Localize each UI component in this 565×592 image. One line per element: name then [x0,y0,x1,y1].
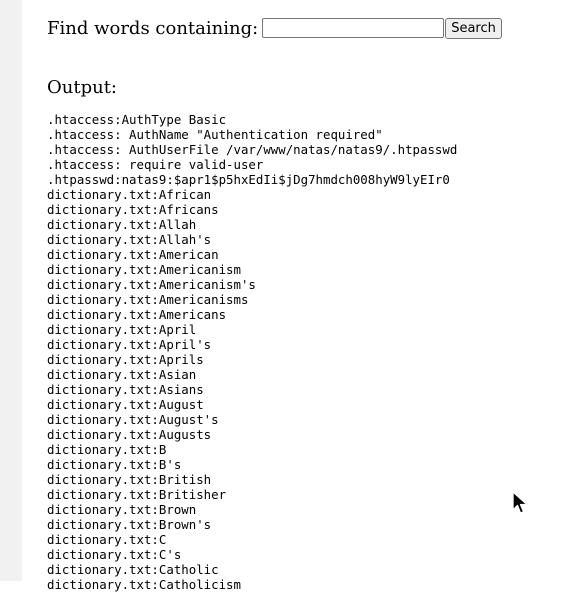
search-label: Find words containing: [47,17,259,39]
output-line: dictionary.txt:B's [47,457,182,472]
output-line: dictionary.txt:April [47,322,197,337]
output-line: dictionary.txt:Augusts [47,427,212,442]
search-button[interactable]: Search [445,17,502,39]
output-line: dictionary.txt:Asians [47,382,204,397]
output-line: .htaccess: AuthUserFile /var/www/natas/n… [47,142,458,157]
search-form: Find words containing: Search [47,16,502,40]
output-line: dictionary.txt:Allah's [47,232,212,247]
output-results: .htaccess:AuthType Basic .htaccess: AuthN… [47,112,457,592]
output-line: dictionary.txt:Catholicism [47,577,241,592]
output-line: dictionary.txt:Americanisms [47,292,249,307]
output-line: dictionary.txt:April's [47,337,212,352]
output-line: dictionary.txt:Aprils [47,352,204,367]
output-line: dictionary.txt:Brown [47,502,197,517]
output-line: dictionary.txt:August's [47,412,219,427]
search-input[interactable] [262,18,445,38]
mouse-pointer-icon [512,491,528,514]
page-left-margin [0,0,22,581]
output-line: dictionary.txt:Asian [47,367,197,382]
output-line: .htaccess:AuthType Basic [47,112,227,127]
output-line: .htaccess: require valid-user [47,157,264,172]
output-line: dictionary.txt:Allah [47,217,197,232]
output-line: dictionary.txt:C's [47,547,182,562]
output-line: dictionary.txt:Britisher [47,487,227,502]
output-line: dictionary.txt:American [47,247,219,262]
output-line: dictionary.txt:Catholic [47,562,219,577]
output-line: dictionary.txt:Brown's [47,517,212,532]
output-line: .htpasswd:natas9:$apr1$p5hxEdIi$jDg7hmdc… [47,172,450,187]
output-line: dictionary.txt:African [47,187,212,202]
output-line: dictionary.txt:Americanism's [47,277,256,292]
output-heading: Output: [47,77,117,98]
output-line: .htaccess: AuthName "Authentication requ… [47,127,383,142]
output-line: dictionary.txt:Americans [47,307,227,322]
output-line: dictionary.txt:August [47,397,204,412]
output-line: dictionary.txt:C [47,532,167,547]
output-line: dictionary.txt:British [47,472,212,487]
output-line: dictionary.txt:Africans [47,202,219,217]
output-line: dictionary.txt:Americanism [47,262,241,277]
output-line: dictionary.txt:B [47,442,167,457]
